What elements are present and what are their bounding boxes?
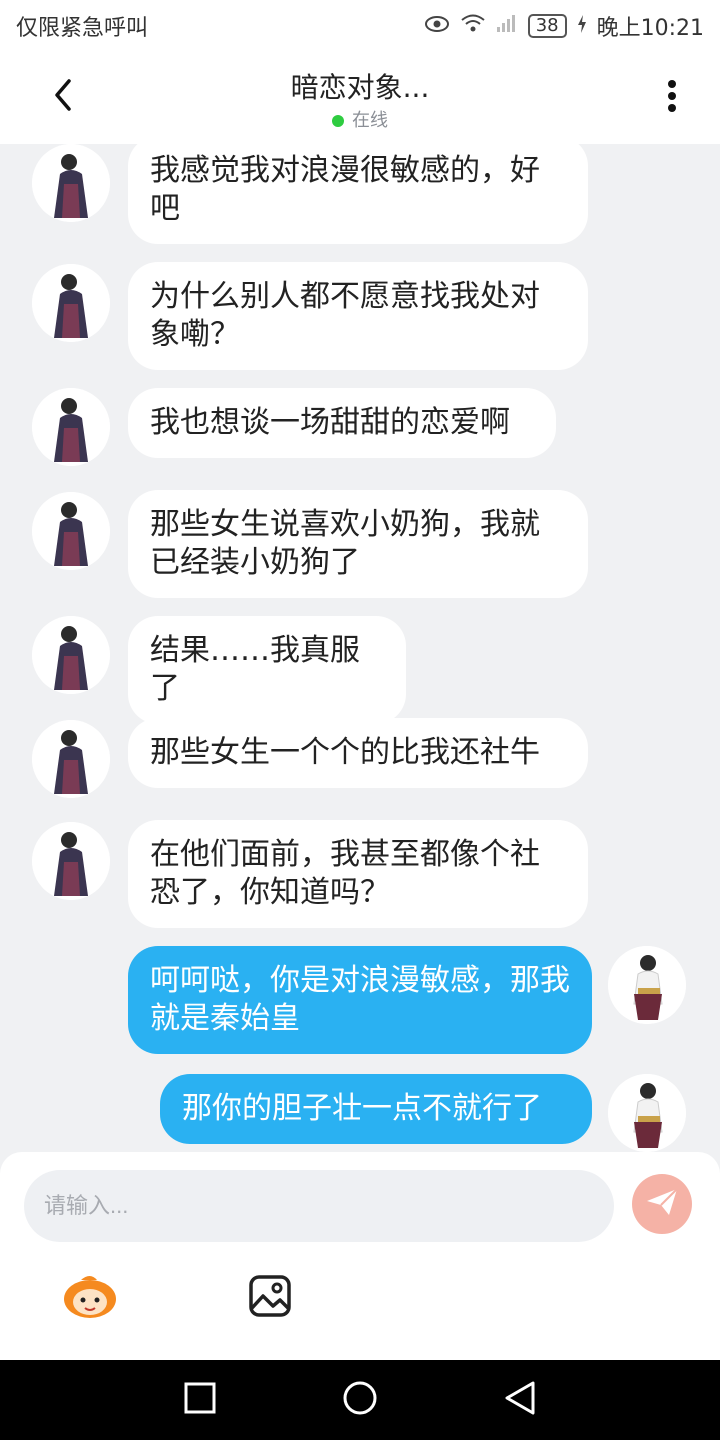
presence-label: 在线 <box>352 110 388 131</box>
emoji-button[interactable] <box>60 1268 120 1328</box>
chat-header: 暗恋对象... 在线 <box>0 50 720 144</box>
status-time: 晚上10:21 <box>596 16 704 41</box>
status-bar: 仅限紧急呼叫 38 晚上10:21 <box>0 0 720 50</box>
wifi-icon <box>460 13 486 39</box>
presence-status: 在线 <box>0 106 720 132</box>
circle-icon <box>342 1380 378 1420</box>
status-icons: 38 晚上10:21 <box>424 10 704 42</box>
message-bubble[interactable]: 为什么别人都不愿意找我处对象嘞？ <box>128 262 588 370</box>
self-avatar[interactable] <box>608 1074 686 1152</box>
emoji-mascot-icon <box>61 1272 119 1324</box>
image-button[interactable] <box>240 1268 300 1328</box>
contact-avatar[interactable] <box>32 388 110 466</box>
message-bubble[interactable]: 那些女生说喜欢小奶狗，我就已经装小奶狗了 <box>128 490 588 598</box>
composer <box>0 1152 720 1362</box>
message-bubble[interactable]: 那些女生一个个的比我还社牛 <box>128 718 588 788</box>
contact-avatar[interactable] <box>32 144 110 222</box>
chat-title: 暗恋对象... <box>290 71 430 104</box>
recents-button[interactable] <box>180 1380 220 1420</box>
more-button[interactable] <box>652 76 692 120</box>
contact-avatar[interactable] <box>32 720 110 798</box>
message-bubble[interactable]: 在他们面前，我甚至都像个社恐了，你知道吗？ <box>128 820 588 928</box>
message-input[interactable] <box>24 1170 614 1242</box>
online-dot <box>332 115 344 127</box>
message-bubble[interactable]: 我感觉我对浪漫很敏感的，好吧 <box>128 144 588 244</box>
eye-icon <box>424 14 450 39</box>
nav-back-button[interactable] <box>500 1380 540 1420</box>
battery-indicator: 38 <box>527 14 567 38</box>
image-icon <box>248 1274 292 1322</box>
back-triangle-icon <box>503 1380 537 1420</box>
self-avatar[interactable] <box>608 946 686 1024</box>
message-list[interactable]: 我感觉我对浪漫很敏感的，好吧 为什么别人都不愿意找我处对象嘞？ 我也想谈一场甜甜… <box>0 144 720 1152</box>
carrier-text: 仅限紧急呼叫 <box>16 16 149 41</box>
contact-avatar[interactable] <box>32 616 110 694</box>
home-button[interactable] <box>340 1380 380 1420</box>
contact-avatar[interactable] <box>32 492 110 570</box>
message-bubble[interactable]: 结果……我真服了 <box>128 616 406 724</box>
send-icon <box>645 1187 679 1221</box>
system-nav-bar <box>0 1360 720 1440</box>
contact-avatar[interactable] <box>32 822 110 900</box>
signal-icon <box>496 13 518 39</box>
square-icon <box>184 1382 216 1418</box>
contact-avatar[interactable] <box>32 264 110 342</box>
message-bubble-self[interactable]: 呵呵哒，你是对浪漫敏感，那我就是秦始皇 <box>128 946 592 1054</box>
send-button[interactable] <box>632 1174 692 1234</box>
more-vertical-icon <box>667 79 677 117</box>
charging-icon <box>577 14 587 39</box>
message-bubble[interactable]: 我也想谈一场甜甜的恋爱啊 <box>128 388 556 458</box>
message-bubble-self[interactable]: 那你的胆子壮一点不就行了 <box>160 1074 592 1144</box>
